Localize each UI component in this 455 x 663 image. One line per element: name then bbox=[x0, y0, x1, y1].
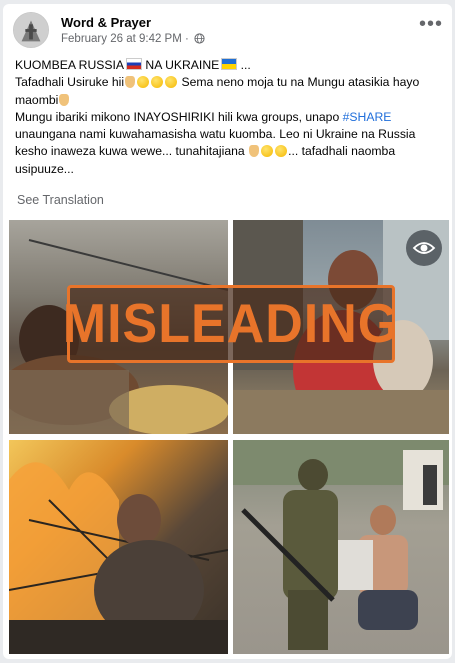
sad-face-icon bbox=[275, 145, 288, 158]
post-meta: February 26 at 9:42 PM · bbox=[61, 33, 205, 45]
page-name[interactable]: Word & Prayer bbox=[61, 15, 151, 30]
praying-hands-icon bbox=[249, 145, 260, 158]
post-text: KUOMBEA RUSSIA NA UKRAINE ... Tafadhali … bbox=[15, 57, 440, 178]
crying-face-icon bbox=[137, 76, 150, 89]
sensitive-content-eye-button[interactable] bbox=[406, 230, 442, 266]
facebook-post: Word & Prayer February 26 at 9:42 PM · •… bbox=[3, 4, 452, 659]
page-avatar[interactable] bbox=[13, 12, 49, 48]
share-hashtag-link[interactable]: #SHARE bbox=[343, 110, 392, 124]
ukraine-flag-icon bbox=[221, 58, 238, 70]
praying-hands-icon bbox=[125, 76, 136, 89]
text-segment: Tafadhali Usiruke hii bbox=[15, 75, 125, 90]
meta-separator: · bbox=[185, 33, 189, 45]
text-segment: KUOMBEA RUSSIA bbox=[15, 58, 125, 72]
photo-soldier-and-man[interactable] bbox=[233, 440, 449, 654]
post-date[interactable]: February 26 at 9:42 PM bbox=[61, 33, 182, 45]
crying-face-icon bbox=[151, 76, 164, 89]
see-translation-link[interactable]: See Translation bbox=[17, 193, 104, 207]
text-segment: NA UKRAINE bbox=[142, 58, 220, 72]
russia-flag-icon bbox=[126, 58, 143, 70]
text-line-2: Tafadhali Usiruke hii Sema neno moja tu … bbox=[15, 74, 440, 109]
photo-content bbox=[9, 462, 228, 654]
text-line-1: KUOMBEA RUSSIA NA UKRAINE ... bbox=[15, 57, 440, 74]
sad-face-icon bbox=[261, 145, 274, 158]
photo-content bbox=[233, 440, 449, 650]
misleading-label: MISLEADING bbox=[63, 285, 398, 363]
photo-burning-building[interactable] bbox=[9, 440, 228, 654]
photo-collage[interactable]: MISLEADING bbox=[7, 218, 449, 654]
post-header: Word & Prayer February 26 at 9:42 PM · •… bbox=[13, 12, 443, 52]
text-line-3: Mungu ibariki mikono INAYOSHIRIKI hili k… bbox=[15, 109, 440, 178]
more-options-icon[interactable]: ••• bbox=[419, 14, 443, 34]
avatar-image bbox=[14, 13, 48, 47]
praying-hands-icon bbox=[59, 93, 70, 106]
crying-face-icon bbox=[165, 76, 178, 89]
globe-icon bbox=[194, 33, 205, 44]
eye-icon bbox=[412, 242, 436, 254]
text-segment: Mungu ibariki mikono INAYOSHIRIKI hili k… bbox=[15, 109, 343, 124]
misleading-label-text: MISLEADING bbox=[62, 293, 400, 355]
text-segment: ... bbox=[237, 58, 251, 72]
